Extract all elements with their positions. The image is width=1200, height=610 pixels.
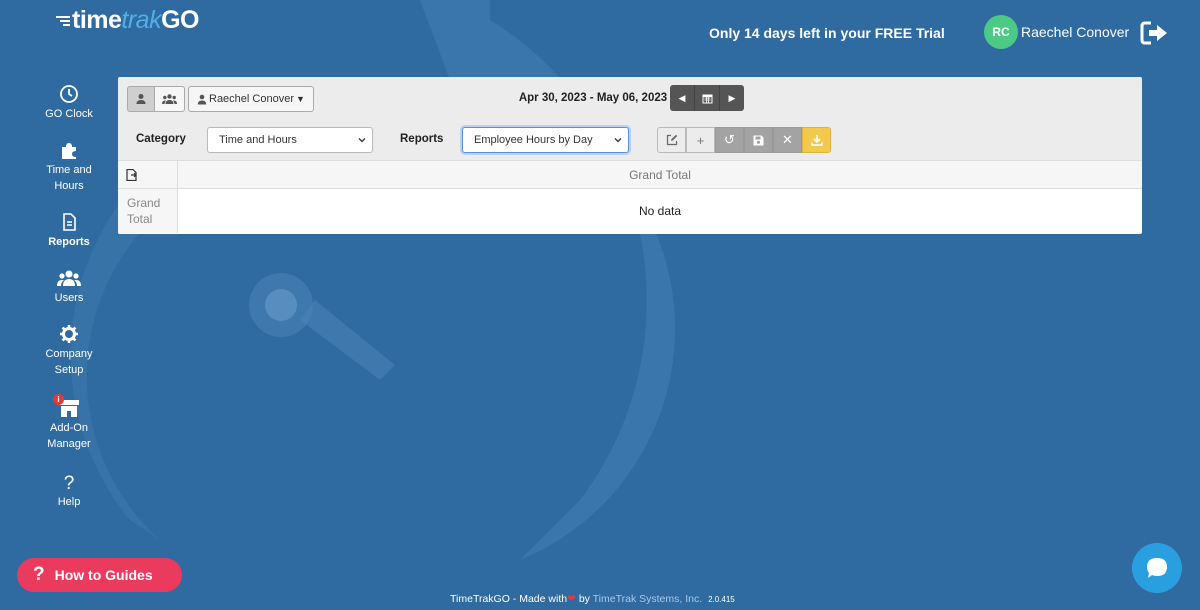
grid-corner [118,161,178,189]
users-icon [162,94,177,104]
sidebar-item-go-clock[interactable]: GO Clock [28,84,110,122]
delete-report-button[interactable]: ✕ [773,127,802,153]
download-icon [810,135,823,146]
save-report-button[interactable] [744,127,773,153]
users-icon [57,270,81,286]
chevron-left-icon: ◀ [678,92,686,103]
export-report-button[interactable] [802,127,831,153]
report-panel: Raechel Conover ▼ Apr 30, 2023 - May 06,… [118,77,1142,234]
sidebar-item-label: Users [54,292,84,304]
grand-total-row-header: Grand Total [118,189,178,233]
logo-middle: trak [121,6,162,34]
how-to-guides-button[interactable]: ? How to Guides [17,558,182,592]
table-row: Grand Total No data [118,189,1142,233]
sidebar-item-label: Add-On Manager [47,422,91,450]
sidebar-item-users[interactable]: Users [28,268,110,306]
sidebar-item-label: GO Clock [45,108,93,120]
sidebar-item-label: Help [57,496,81,508]
reports-select[interactable]: Employee Hours by Day [462,127,629,153]
sidebar-item-add-on-manager[interactable]: i Add-On Manager [28,394,110,452]
svg-text:?: ? [64,473,75,492]
user-icon [136,94,146,104]
calendar-button[interactable] [695,85,720,111]
sidebar-item-label: Time and Hours [46,164,92,192]
undo-icon: ↺ [724,132,735,147]
gear-icon [60,325,78,343]
logo-suffix: GO [161,6,199,34]
export-file-icon[interactable] [126,169,138,181]
date-range: Apr 30, 2023 - May 06, 2023 [518,92,668,104]
next-week-button[interactable]: ▶ [720,85,744,111]
chevron-down-icon [358,138,366,143]
category-label: Category [136,133,186,145]
notification-badge: i [53,394,64,405]
clock-icon [60,85,78,103]
report-toolbar: Raechel Conover ▼ Apr 30, 2023 - May 06,… [118,77,1142,161]
group-employees-button[interactable] [155,86,185,112]
how-to-guides-label: How to Guides [54,567,153,583]
user-icon [197,94,207,104]
grid-header: Grand Total [118,161,1142,189]
employee-selector[interactable]: Raechel Conover ▼ [188,86,314,112]
category-select[interactable]: Time and Hours [207,127,373,153]
sidebar-item-reports[interactable]: Reports [28,212,110,250]
previous-week-button[interactable]: ◀ [670,85,695,111]
avatar[interactable]: RC [984,15,1018,49]
footer-credits: TimeTrakGO - Made with❤ by TimeTrak Syst… [450,593,735,605]
edit-icon [666,134,677,146]
logout-icon[interactable] [1140,20,1170,46]
single-employee-button[interactable] [127,86,155,112]
date-navigation: ◀ ▶ [670,85,744,111]
caret-down-icon: ▼ [296,94,305,104]
version: 2.0.415 [708,595,735,604]
sidebar-item-help[interactable]: ? Help [28,472,110,510]
heart-icon: ❤ [567,593,576,605]
company-link[interactable]: TimeTrak Systems, Inc. [593,593,703,605]
save-icon [753,135,764,145]
footer-made-with: TimeTrakGO - Made with [450,593,568,605]
user-name[interactable]: Raechel Conover [1021,24,1129,40]
no-data-message: No data [638,204,682,218]
plus-icon: + [696,132,705,148]
calendar-icon [702,94,712,103]
question-icon: ? [64,473,75,492]
chat-button[interactable] [1132,543,1182,593]
employee-selector-label: Raechel Conover [209,93,294,105]
chevron-right-icon: ▶ [728,92,736,103]
question-icon: ? [33,564,45,585]
speed-lines-icon [56,14,70,28]
chat-icon [1147,558,1167,578]
document-icon [63,213,76,231]
logo-prefix: time [72,6,122,34]
reset-report-button[interactable]: ↺ [715,127,744,153]
sidebar-item-label: Reports [48,236,90,248]
reports-label: Reports [400,133,444,145]
sidebar-item-company-setup[interactable]: Company Setup [28,324,110,378]
sidebar-item-label: Company Setup [45,348,93,376]
report-actions: + ↺ ✕ [657,127,831,153]
reports-value: Employee Hours by Day [474,134,593,146]
trial-banner: Only 14 days left in your FREE Trial [709,25,945,41]
timetrakgo-logo[interactable]: time trak GO [56,6,199,35]
sidebar-item-time-and-hours[interactable]: Time and Hours [28,140,110,194]
edit-report-button[interactable] [657,127,686,153]
grand-total-column-header: Grand Total [629,168,691,182]
close-icon: ✕ [782,132,793,147]
footer-by: by [578,593,590,605]
category-value: Time and Hours [219,134,297,146]
puzzle-icon [62,143,76,159]
chevron-down-icon [614,138,622,143]
add-report-button[interactable]: + [686,127,715,153]
